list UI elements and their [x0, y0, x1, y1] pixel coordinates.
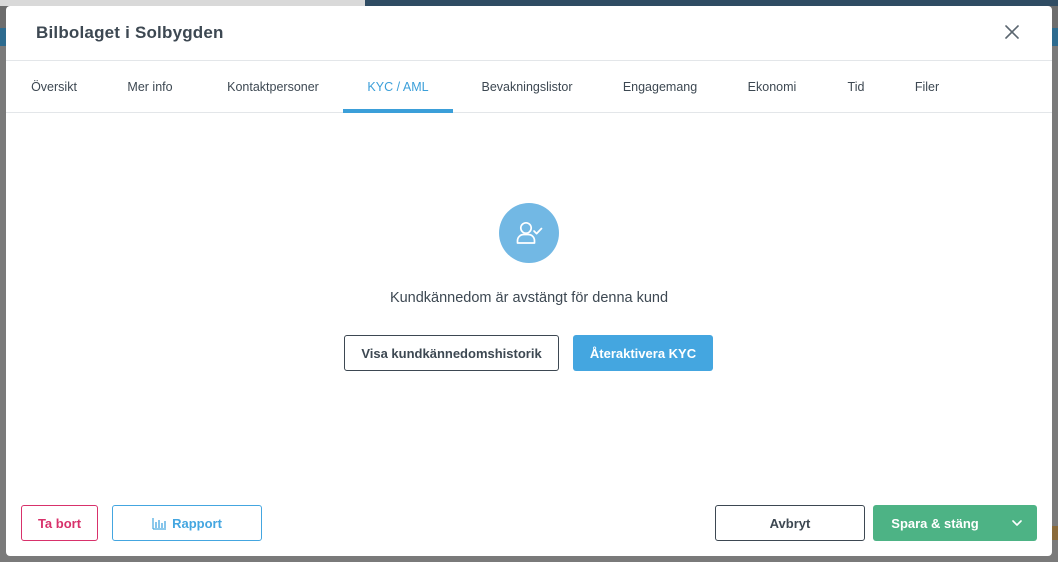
delete-button[interactable]: Ta bort [21, 505, 98, 541]
tab-kyc-aml[interactable]: KYC / AML [343, 61, 453, 113]
cancel-button[interactable]: Avbryt [715, 505, 865, 541]
background-strip [1052, 28, 1058, 46]
close-button[interactable] [1002, 22, 1022, 42]
bar-chart-icon [152, 517, 167, 530]
tab-ekonomi[interactable]: Ekonomi [736, 61, 808, 112]
save-close-button[interactable]: Spara & stäng [873, 505, 997, 541]
save-options-dropdown[interactable] [997, 505, 1037, 541]
tab-tid[interactable]: Tid [835, 61, 877, 112]
customer-modal: Bilbolaget i Solbygden Översikt Mer info… [6, 6, 1052, 556]
tab-bevakningslistor[interactable]: Bevakningslistor [468, 61, 586, 112]
close-icon [1005, 25, 1019, 39]
kyc-status-icon-badge [499, 203, 559, 263]
kyc-disabled-message: Kundkännedom är avstängt för denna kund [389, 290, 669, 306]
chevron-down-icon [1012, 520, 1022, 526]
tab-oversikt[interactable]: Översikt [18, 61, 90, 112]
report-button[interactable]: Rapport [112, 505, 262, 541]
modal-header: Bilbolaget i Solbygden [6, 6, 1052, 61]
user-check-icon [516, 221, 543, 244]
save-close-split-button: Spara & stäng [873, 505, 1037, 541]
tab-bar: Översikt Mer info Kontaktpersoner KYC / … [6, 61, 1052, 113]
modal-title: Bilbolaget i Solbygden [36, 23, 224, 42]
view-kyc-history-button[interactable]: Visa kundkännedomshistorik [344, 335, 559, 371]
reactivate-kyc-button[interactable]: Återaktivera KYC [573, 335, 713, 371]
tab-engagemang[interactable]: Engagemang [611, 61, 709, 112]
tab-mer-info[interactable]: Mer info [113, 61, 187, 112]
tab-filer[interactable]: Filer [905, 61, 949, 112]
report-button-label: Rapport [172, 515, 222, 531]
tab-kontaktpersoner[interactable]: Kontaktpersoner [214, 61, 332, 112]
